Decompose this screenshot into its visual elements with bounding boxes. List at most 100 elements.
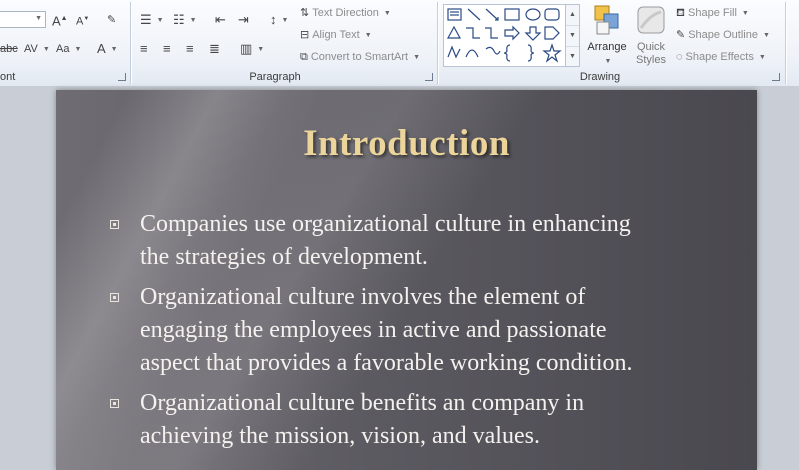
decrease-indent-icon: ⇤ (215, 12, 226, 27)
font-size-box[interactable]: ▼ (0, 11, 46, 28)
chevron-down-icon: ▼ (42, 45, 50, 53)
shape-effects-button[interactable]: ◌ Shape Effects ▼ (676, 48, 766, 66)
group-divider (130, 2, 131, 84)
numbering-button[interactable]: ☷ ▼ (173, 11, 197, 29)
convert-smartart-label: Convert to SmartArt (310, 51, 409, 63)
text-direction-icon: ⇅ (300, 7, 310, 19)
quick-styles-label-1: Quick (636, 41, 666, 53)
decrease-indent-button[interactable]: ⇤ (215, 11, 226, 29)
bullet-line: engaging the employees in active and pas… (140, 317, 607, 343)
paint-bucket-icon: ⛾ (676, 7, 685, 19)
change-case-icon: Aa (56, 43, 70, 55)
strikethrough-button[interactable]: abc (0, 40, 18, 58)
group-divider (785, 2, 786, 84)
smartart-icon: ⧉ (300, 51, 308, 63)
shape-outline-button[interactable]: ✎ Shape Outline ▼ (676, 26, 770, 44)
align-center-button[interactable]: ≡ (163, 40, 171, 58)
shrink-font-button[interactable]: A▼ (76, 11, 89, 29)
freeform-shape-icon (447, 45, 461, 59)
shapes-gallery-scroll[interactable]: ▲ ▼ ▼ (566, 4, 580, 67)
bullet-item[interactable]: Organizational culture involves the elem… (108, 281, 728, 380)
more-shapes-icon[interactable]: ▼ (566, 47, 579, 67)
bullet-list[interactable]: Companies use organizational culture in … (108, 208, 728, 460)
increase-indent-button[interactable]: ⇥ (238, 11, 249, 29)
character-spacing-button[interactable]: AV ▼ (24, 40, 50, 58)
clear-formatting-button[interactable]: ✎ (107, 11, 116, 29)
shrink-font-icon: A▼ (76, 15, 90, 28)
chevron-down-icon: ▼ (281, 16, 289, 24)
bullet-line: achieving the mission, vision, and value… (140, 423, 540, 449)
chevron-down-icon: ▼ (604, 58, 612, 65)
clear-formatting-icon: ✎ (107, 14, 117, 26)
shapes-gallery-icons (446, 8, 562, 63)
chevron-down-icon: ▼ (364, 31, 372, 39)
paragraph-dialog-launcher-icon[interactable] (425, 73, 433, 81)
oval-shape-icon (525, 8, 541, 21)
pentagon-shape-icon (544, 26, 560, 40)
star-shape-icon (542, 43, 562, 63)
slide-canvas[interactable]: Introduction Companies use organizationa… (56, 90, 757, 470)
bullet-line: Companies use organizational culture in … (140, 211, 631, 237)
columns-button[interactable]: ▥ ▼ (240, 40, 264, 58)
chevron-down-icon: ▼ (156, 16, 164, 24)
grow-font-icon: A▲ (52, 13, 68, 29)
font-dialog-launcher-icon[interactable] (118, 73, 126, 81)
chevron-down-icon: ▼ (110, 45, 118, 53)
arrange-button[interactable]: Arrange ▼ (585, 4, 629, 66)
shape-fill-button[interactable]: ⛾ Shape Fill ▼ (676, 4, 749, 22)
triangle-shape-icon (446, 25, 462, 39)
chevron-down-icon: ▼ (762, 31, 770, 39)
strikethrough-icon: abc (0, 43, 18, 55)
square-bullet-icon (110, 220, 119, 229)
align-right-button[interactable]: ≡ (186, 40, 194, 58)
slide-title[interactable]: Introduction (56, 122, 757, 165)
line-shape-icon (467, 8, 481, 21)
change-case-button[interactable]: Aa ▼ (56, 40, 81, 58)
right-brace-icon (527, 44, 535, 62)
justify-button[interactable]: ≣ (209, 40, 220, 58)
bullet-line: the strategies of development. (140, 244, 428, 270)
grow-font-button[interactable]: A▲ (52, 11, 68, 29)
chevron-down-icon: ▼ (189, 16, 197, 24)
shape-effects-icon: ◌ (676, 51, 683, 63)
text-direction-button[interactable]: ⇅ Text Direction ▼ (300, 4, 391, 22)
font-color-button[interactable]: A ▼ (97, 40, 118, 58)
drawing-dialog-launcher-icon[interactable] (772, 73, 780, 81)
shape-outline-label: Shape Outline (688, 29, 758, 41)
line-spacing-button[interactable]: ↕ ▼ (270, 11, 288, 29)
pencil-icon: ✎ (676, 29, 686, 41)
align-text-label: Align Text (312, 29, 360, 41)
elbow-connector-icon (466, 27, 480, 39)
square-bullet-icon (110, 399, 119, 408)
bullet-line: aspect that provides a favorable working… (140, 350, 633, 376)
shapes-gallery[interactable] (443, 4, 566, 67)
align-text-button[interactable]: ⊟ Align Text ▼ (300, 26, 372, 44)
bullets-button[interactable]: ☰ ▼ (140, 11, 164, 29)
bullet-item[interactable]: Organizational culture benefits an compa… (108, 387, 728, 453)
bullet-list-icon: ☰ (140, 12, 152, 27)
chevron-down-icon: ▼ (383, 9, 391, 17)
bullet-line: Organizational culture benefits an compa… (140, 390, 585, 416)
arc-shape-icon (465, 49, 479, 58)
align-right-icon: ≡ (186, 41, 194, 56)
paragraph-group-label: Paragraph (249, 71, 301, 83)
rectangle-shape-icon (504, 8, 520, 21)
group-divider (437, 2, 438, 84)
text-direction-label: Text Direction (312, 7, 379, 19)
align-left-button[interactable]: ≡ (140, 40, 148, 58)
numbered-list-icon: ☷ (173, 12, 185, 27)
scroll-down-icon[interactable]: ▼ (566, 26, 579, 47)
scroll-up-icon[interactable]: ▲ (566, 5, 579, 26)
chevron-down-icon[interactable]: ▼ (35, 15, 42, 22)
font-color-icon: A (97, 41, 106, 56)
bullet-item[interactable]: Companies use organizational culture in … (108, 208, 728, 274)
left-brace-icon (503, 44, 511, 62)
align-center-icon: ≡ (163, 41, 171, 56)
increase-indent-icon: ⇥ (238, 12, 249, 27)
quick-styles-button[interactable]: Quick Styles (630, 4, 672, 67)
line-spacing-icon: ↕ (270, 12, 277, 27)
quick-styles-label-2: Styles (636, 54, 666, 66)
arrange-label: Arrange (587, 41, 627, 53)
curve-shape-icon (485, 46, 501, 55)
convert-smartart-button[interactable]: ⧉ Convert to SmartArt ▼ (300, 48, 420, 66)
